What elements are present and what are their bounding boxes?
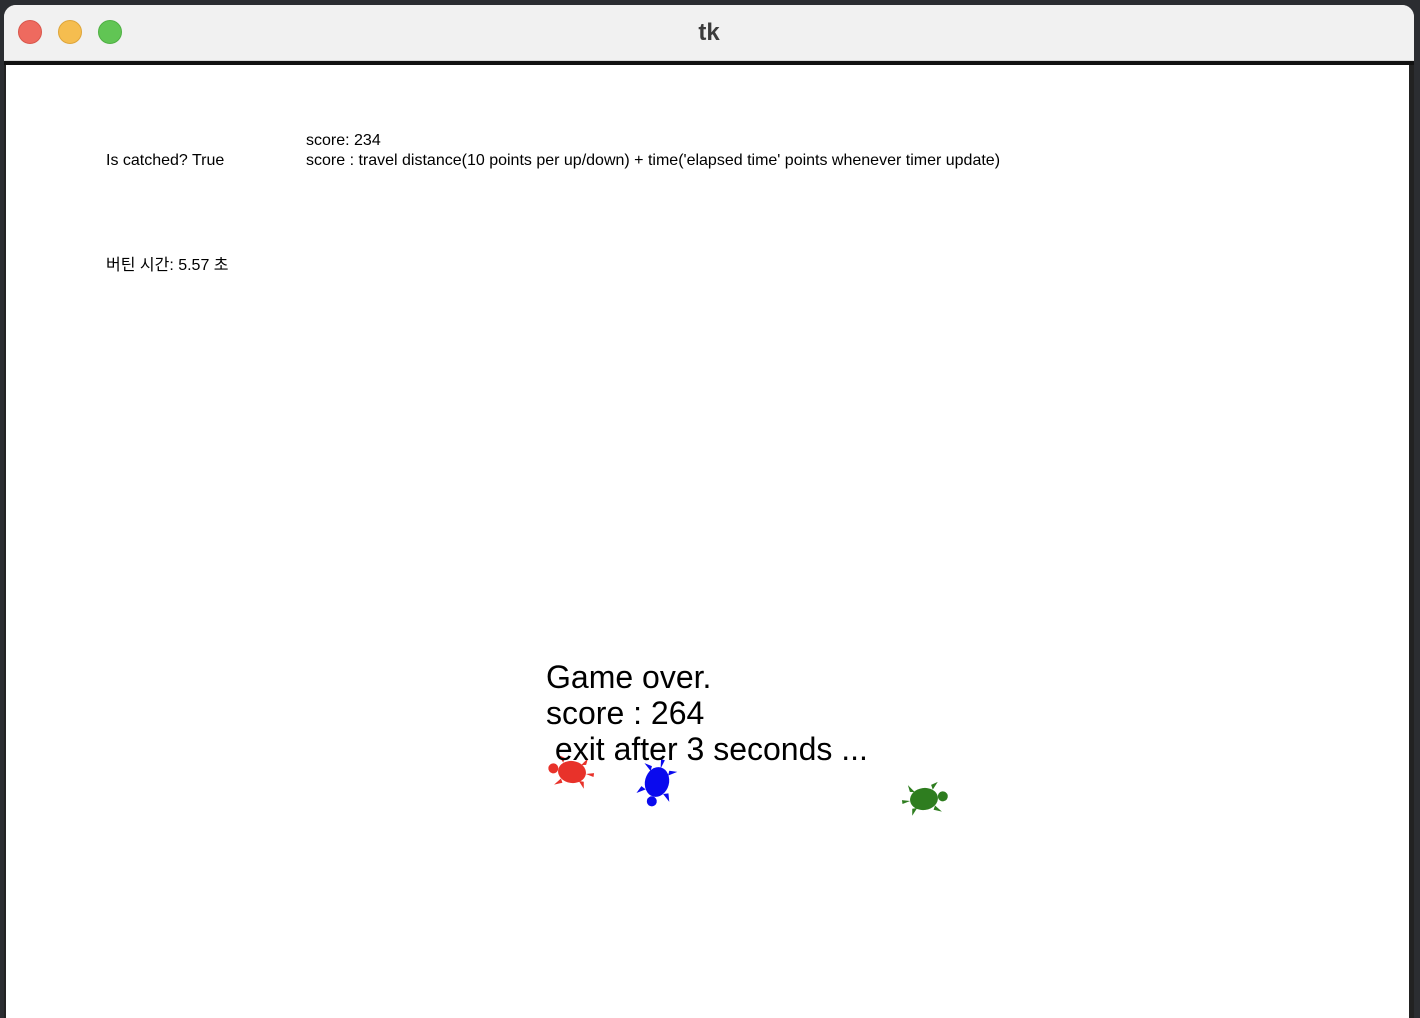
game-over-title: Game over. [546,659,712,695]
survival-time: 버틴 시간: 5.57 초 [106,257,229,274]
divider [1409,65,1414,1018]
title-bar[interactable]: tk [4,5,1414,61]
caught-status: Is catched? True [106,152,225,169]
score-label: score: 234 [306,132,381,149]
green-turtle-icon [901,781,948,816]
game-canvas[interactable]: score: 234 Is catched? True score : trav… [6,65,1409,1018]
game-over-score: score : 264 [546,695,705,731]
score-rule: score : travel distance(10 points per up… [306,152,1001,169]
app-window: tk score: 234 Is catched? True score : t… [4,5,1414,1018]
game-over-exit-notice: exit after 3 seconds ... [546,731,868,767]
window-title: tk [698,19,720,46]
